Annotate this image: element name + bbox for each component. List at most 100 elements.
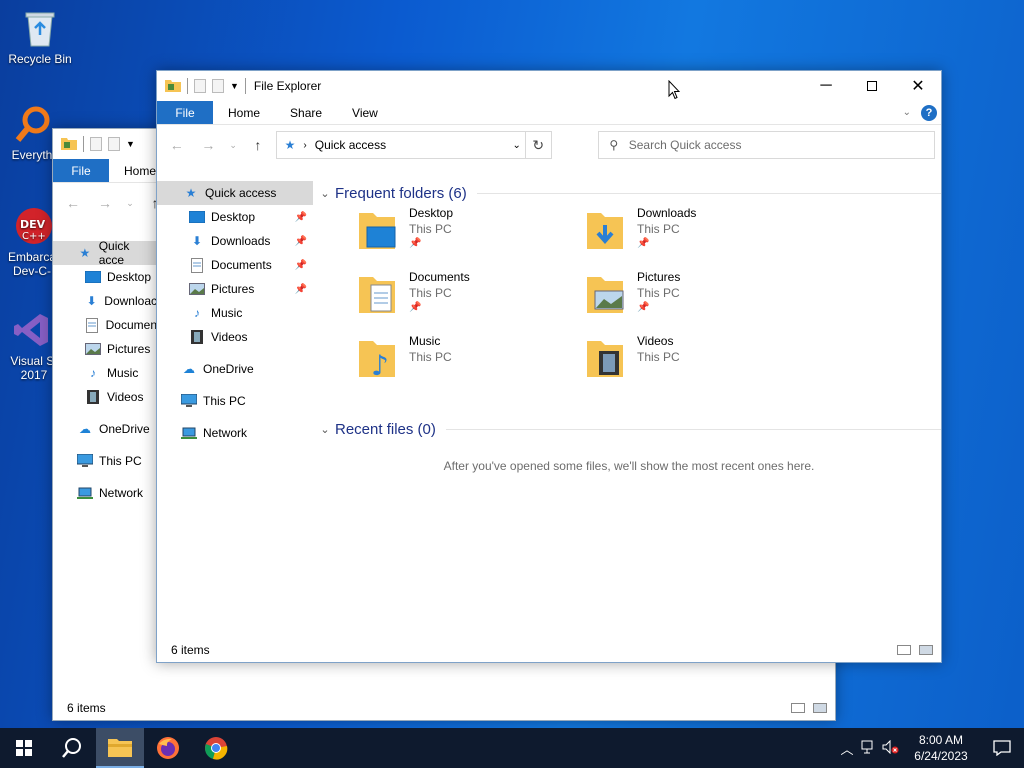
taskbar-file-explorer[interactable] xyxy=(96,728,144,768)
chevron-down-icon[interactable]: ▼ xyxy=(230,81,239,91)
ribbon-view-tab[interactable]: View xyxy=(337,101,393,124)
back-arrow-icon[interactable]: ← xyxy=(59,195,87,211)
document-icon xyxy=(189,257,205,273)
show-hidden-icons-chevron-icon[interactable]: ︿ xyxy=(836,739,858,758)
svg-text:DEV: DEV xyxy=(20,218,46,231)
folder-tile-desktop[interactable]: Desktop This PC 📌 xyxy=(357,205,583,261)
recent-dropdown-icon[interactable]: ⌄ xyxy=(226,140,240,151)
minimize-button[interactable]: ─ xyxy=(803,71,849,101)
folder-tile-pictures[interactable]: Pictures This PC 📌 xyxy=(585,269,811,325)
recent-files-empty-message: After you've opened some files, we'll sh… xyxy=(443,459,815,473)
recent-dropdown-icon[interactable]: ⌄ xyxy=(123,198,137,209)
details-view-icon[interactable] xyxy=(897,645,911,655)
nav-music[interactable]: ♪ Music xyxy=(157,301,313,325)
close-button[interactable]: ✕ xyxy=(895,71,941,101)
chevron-down-icon[interactable]: ⌄ xyxy=(317,187,333,200)
desktop-icon-recycle-bin[interactable]: Recycle Bin xyxy=(2,8,78,66)
pin-icon[interactable]: 📌 xyxy=(295,284,307,295)
system-clock[interactable]: 8:00 AM 6/24/2023 xyxy=(902,732,980,764)
chrome-icon xyxy=(205,737,228,760)
nav-documents[interactable]: Documen xyxy=(53,313,157,337)
pin-icon[interactable]: 📌 xyxy=(295,260,307,271)
maximize-button[interactable] xyxy=(849,71,895,101)
clock-date: 6/24/2023 xyxy=(914,749,968,763)
breadcrumb-quick-access[interactable]: Quick access xyxy=(315,138,386,152)
taskbar-chrome[interactable] xyxy=(192,728,240,768)
pin-icon[interactable]: 📌 xyxy=(295,212,307,223)
pin-icon[interactable]: 📌 xyxy=(295,236,307,247)
forward-arrow-icon[interactable]: → xyxy=(195,137,223,153)
download-arrow-icon: ⬇ xyxy=(86,294,97,308)
nav-documents[interactable]: Documents 📌 xyxy=(157,253,313,277)
search-input[interactable]: ⚲ Search Quick access xyxy=(597,131,935,159)
help-icon[interactable]: ? xyxy=(921,104,937,121)
properties-icon[interactable] xyxy=(194,79,206,93)
search-button[interactable] xyxy=(48,728,96,768)
address-dropdown-icon[interactable]: ⌄ xyxy=(509,132,525,158)
details-view-icon[interactable] xyxy=(791,703,805,713)
nav-videos[interactable]: Videos xyxy=(157,325,313,349)
nav-quick-access[interactable]: ★ Quick access xyxy=(157,181,313,205)
action-center-button[interactable] xyxy=(980,740,1024,756)
nav-network[interactable]: Network xyxy=(157,421,313,445)
title-bar[interactable]: ▼ File Explorer ─ ✕ xyxy=(157,71,941,101)
nav-pictures[interactable]: Pictures 📌 xyxy=(157,277,313,301)
music-note-icon: ♪ xyxy=(90,366,96,380)
new-folder-icon[interactable] xyxy=(212,79,224,93)
nav-desktop[interactable]: Desktop 📌 xyxy=(157,205,313,229)
mouse-cursor-icon xyxy=(668,79,681,103)
folder-icon xyxy=(61,136,77,153)
start-button[interactable] xyxy=(0,728,48,768)
file-explorer-window[interactable]: ▼ File Explorer ─ ✕ File Home Share View… xyxy=(156,70,942,663)
forward-arrow-icon[interactable]: → xyxy=(91,195,119,211)
ribbon-share-tab[interactable]: Share xyxy=(275,101,337,124)
ribbon-home-tab[interactable]: Home xyxy=(213,101,275,124)
navigation-pane: ★ Quick access Desktop 📌 ⬇ Downloads 📌 Docum… xyxy=(157,181,313,445)
recent-files-header[interactable]: ⌄ Recent files (0) xyxy=(317,417,941,441)
nav-network[interactable]: Network xyxy=(53,481,157,505)
nav-videos[interactable]: Videos xyxy=(53,385,157,409)
ribbon-file-tab[interactable]: File xyxy=(157,101,213,124)
folder-tile-downloads[interactable]: Downloads This PC 📌 xyxy=(585,205,811,261)
up-arrow-icon[interactable]: ↑ xyxy=(244,137,272,153)
nav-onedrive[interactable]: ☁ OneDrive xyxy=(53,417,157,441)
large-icons-view-icon[interactable] xyxy=(919,645,933,655)
nav-music[interactable]: ♪ Music xyxy=(53,361,157,385)
nav-desktop[interactable]: Desktop xyxy=(53,265,157,289)
chevron-down-icon[interactable]: ▼ xyxy=(126,139,135,149)
svg-text:C++: C++ xyxy=(22,231,46,242)
volume-muted-icon[interactable] xyxy=(880,739,902,757)
ribbon-file-tab[interactable]: File xyxy=(53,159,109,182)
folder-tile-videos[interactable]: Videos This PC xyxy=(585,333,811,389)
pin-icon: 📌 xyxy=(409,302,422,313)
refresh-icon[interactable]: ↻ xyxy=(524,132,551,158)
chevron-down-icon[interactable]: ⌄ xyxy=(317,423,333,436)
address-bar[interactable]: ★ › Quick access ⌄ ↻ xyxy=(275,131,552,159)
everything-search-icon xyxy=(12,104,52,144)
large-icons-view-icon[interactable] xyxy=(813,703,827,713)
status-item-count: 6 items xyxy=(171,643,210,657)
new-folder-icon[interactable] xyxy=(108,137,120,151)
nav-quick-access[interactable]: ★ Quick acce xyxy=(53,239,157,267)
devcpp-icon: DEV C++ xyxy=(12,206,52,246)
nav-onedrive[interactable]: ☁ OneDrive xyxy=(157,357,313,381)
nav-this-pc[interactable]: This PC xyxy=(157,389,313,413)
film-icon xyxy=(189,329,205,345)
expand-ribbon-icon[interactable]: ⌄ xyxy=(903,107,911,118)
folder-tile-music[interactable]: ♪ Music This PC xyxy=(357,333,583,389)
folder-icon xyxy=(165,78,181,95)
svg-text:♪: ♪ xyxy=(371,349,389,379)
taskbar-firefox[interactable] xyxy=(144,728,192,768)
breadcrumb-chevron-icon[interactable]: › xyxy=(303,140,306,151)
back-arrow-icon[interactable]: ← xyxy=(163,137,191,153)
search-placeholder: Search Quick access xyxy=(628,138,742,152)
network-status-icon[interactable] xyxy=(858,740,880,757)
nav-downloads[interactable]: ⬇ Downloads 📌 xyxy=(157,229,313,253)
frequent-folders-header[interactable]: ⌄ Frequent folders (6) xyxy=(317,181,941,205)
nav-downloads[interactable]: ⬇ Downloac xyxy=(53,289,157,313)
properties-icon[interactable] xyxy=(90,137,102,151)
nav-this-pc[interactable]: This PC xyxy=(53,449,157,473)
folder-tile-documents[interactable]: Documents This PC 📌 xyxy=(357,269,583,325)
network-icon xyxy=(77,485,93,501)
nav-pictures[interactable]: Pictures xyxy=(53,337,157,361)
